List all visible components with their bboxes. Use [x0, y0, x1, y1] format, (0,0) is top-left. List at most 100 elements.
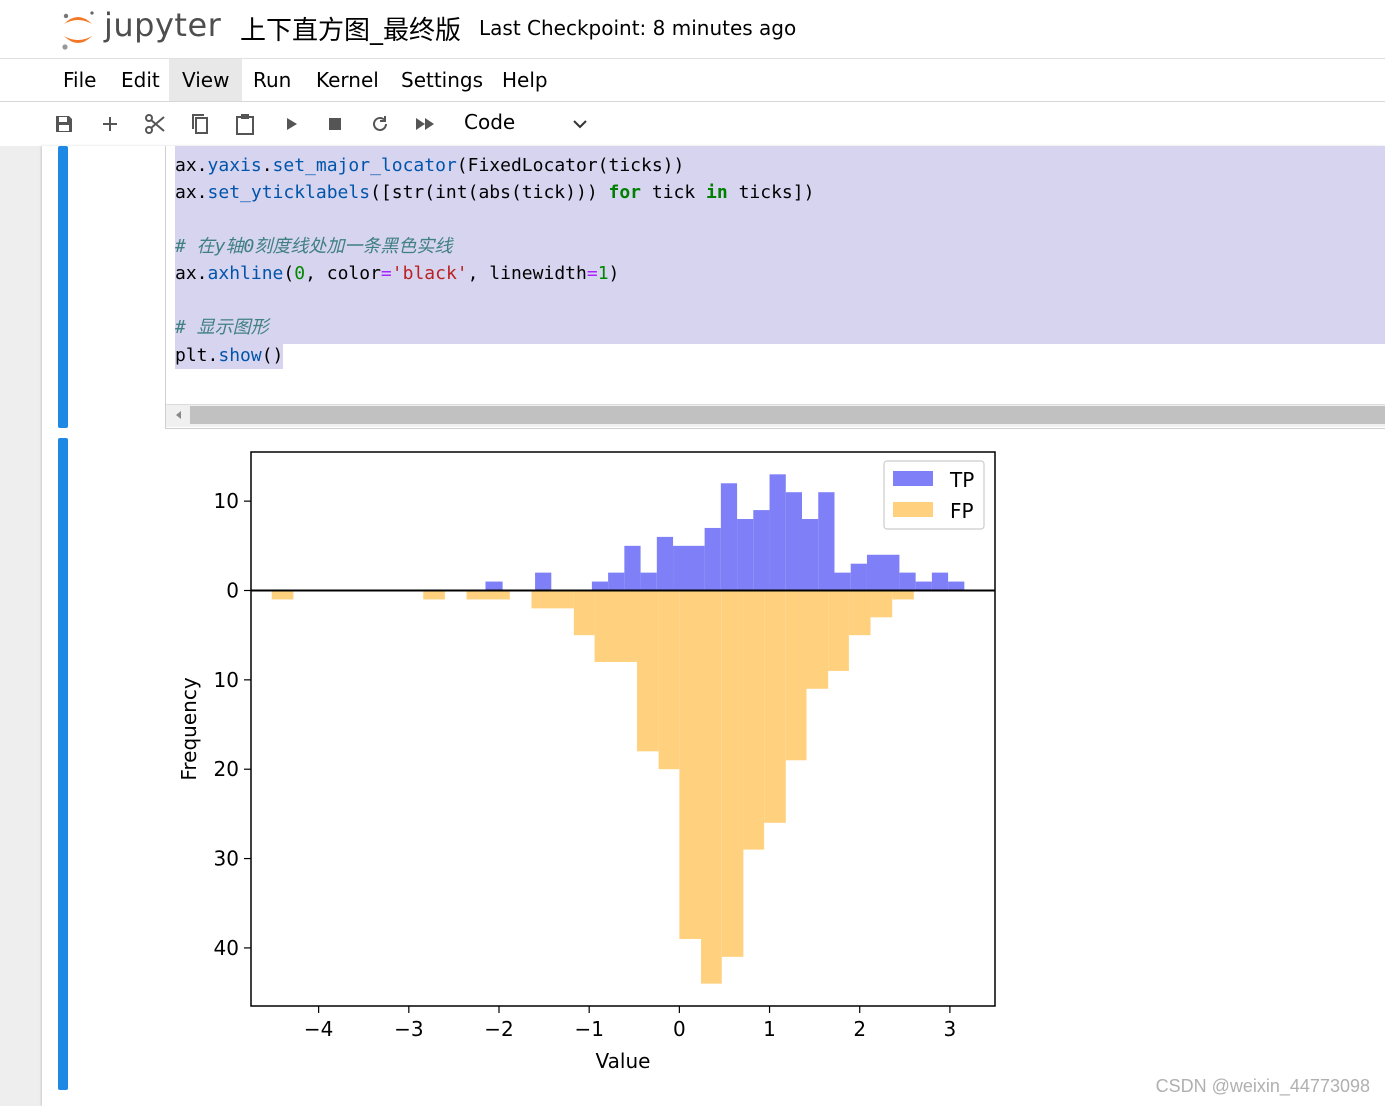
- code-line: # 显示图形: [175, 317, 269, 338]
- bar-tp: [753, 510, 770, 591]
- bar-tp: [485, 581, 503, 591]
- bar-fp: [870, 590, 893, 618]
- bar-tp: [802, 519, 819, 591]
- bar-tp: [624, 545, 641, 591]
- menu-kernel[interactable]: Kernel: [303, 59, 392, 101]
- bar-fp: [892, 590, 914, 600]
- x-tick-label: −4: [304, 1017, 333, 1041]
- x-tick-label: −3: [394, 1017, 423, 1041]
- x-axis-label: Value: [596, 1049, 651, 1073]
- bar-fp: [423, 590, 445, 600]
- bar-tp: [656, 536, 674, 591]
- checkpoint-status: Last Checkpoint: 8 minutes ago: [479, 16, 797, 40]
- y-tick-label: 10: [214, 668, 239, 692]
- bar-tp: [915, 581, 932, 591]
- bar-tp: [899, 572, 916, 591]
- bar-tp: [818, 492, 835, 591]
- code-line: ax.axhline(0, color='black', linewidth=1…: [175, 263, 620, 284]
- legend-swatch-fp: [893, 502, 933, 517]
- bar-tp: [785, 492, 803, 591]
- menu-file[interactable]: File: [50, 59, 109, 101]
- bar-tp: [737, 519, 754, 591]
- cell-collapser-code[interactable]: [58, 146, 68, 428]
- x-tick-label: 3: [944, 1017, 957, 1041]
- legend-label-fp: FP: [950, 499, 974, 523]
- x-tick-label: −1: [574, 1017, 603, 1041]
- bar-fp: [679, 590, 702, 939]
- histogram-output: −4 −3 −2 −1 0 1 2 3 10 0 10 20 30 40 Value Frequency…: [170, 440, 1010, 1084]
- code-line: plt.show(): [175, 345, 284, 366]
- menu-view[interactable]: View: [169, 59, 243, 101]
- menu-edit[interactable]: Edit: [108, 59, 173, 101]
- jupyter-logo-icon: [58, 8, 98, 52]
- bar-fp: [271, 590, 294, 600]
- code-line: ax.set_yticklabels([str(int(abs(tick))) …: [175, 182, 815, 203]
- notebook-toolbar: Code: [0, 102, 1385, 147]
- chevron-down-icon[interactable]: [566, 110, 594, 138]
- bar-tp: [591, 581, 609, 591]
- cell-type-select[interactable]: Code: [464, 110, 515, 134]
- legend-label-tp: TP: [949, 468, 974, 492]
- add-cell-icon[interactable]: [94, 108, 126, 140]
- copy-icon[interactable]: [184, 108, 216, 140]
- bar-fp: [721, 590, 744, 957]
- scrollbar-thumb[interactable]: [190, 406, 1385, 424]
- run-icon[interactable]: [275, 108, 307, 140]
- bar-fp: [764, 590, 786, 823]
- top-bar: jupyter 上下直方图_最终版 Last Checkpoint: 8 min…: [0, 0, 1385, 59]
- stop-icon[interactable]: [319, 108, 351, 140]
- y-axis-label: Frequency: [177, 677, 201, 780]
- run-all-icon[interactable]: [409, 108, 441, 140]
- notebook-title[interactable]: 上下直方图_最终版: [240, 10, 461, 47]
- menu-settings[interactable]: Settings: [388, 59, 496, 101]
- bar-tp: [948, 581, 965, 591]
- bar-fp: [531, 590, 574, 609]
- x-tick-label: 0: [673, 1017, 686, 1041]
- bar-fp: [701, 590, 722, 984]
- bar-tp: [850, 563, 867, 591]
- bar-tp: [535, 572, 552, 591]
- bar-fp: [636, 590, 659, 752]
- code-line: ax.yaxis.set_major_locator(FixedLocator(…: [175, 155, 685, 176]
- menu-bar: File Edit View Run Kernel Settings Help: [0, 59, 1385, 102]
- bar-tp: [931, 572, 949, 591]
- bar-tp: [834, 572, 851, 591]
- y-tick-label: 10: [214, 489, 239, 513]
- y-tick-label: 0: [226, 579, 239, 603]
- bar-fp: [466, 590, 510, 600]
- bar-tp: [720, 483, 738, 591]
- cut-icon[interactable]: [139, 108, 171, 140]
- code-line: # 在y轴0刻度线处加一条黑色实线: [175, 236, 453, 257]
- bar-tp: [640, 572, 657, 591]
- bar-tp: [608, 572, 625, 591]
- bar-fp: [828, 590, 849, 671]
- bar-fp: [806, 590, 829, 689]
- bar-fp: [785, 590, 807, 761]
- bar-tp: [704, 527, 721, 591]
- bar-fp: [743, 590, 765, 850]
- save-icon[interactable]: [48, 108, 80, 140]
- cell-collapser-output[interactable]: [58, 438, 68, 1090]
- bar-fp: [573, 590, 595, 636]
- scroll-left-icon[interactable]: [170, 405, 186, 425]
- restart-icon[interactable]: [364, 108, 396, 140]
- menu-help[interactable]: Help: [489, 59, 561, 101]
- jupyter-logo-text[interactable]: jupyter: [104, 6, 221, 44]
- bar-fp: [658, 590, 680, 770]
- histogram-chart: −4 −3 −2 −1 0 1 2 3 10 0 10 20 30 40 Value Frequency…: [177, 451, 996, 1073]
- y-tick-label: 40: [214, 936, 239, 960]
- x-tick-label: 2: [853, 1017, 866, 1041]
- watermark: CSDN @weixin_44773098: [1155, 1076, 1370, 1096]
- bar-tp: [866, 554, 900, 591]
- menu-run[interactable]: Run: [240, 59, 304, 101]
- legend-swatch-tp: [893, 471, 933, 486]
- x-tick-label: 1: [763, 1017, 776, 1041]
- paste-icon[interactable]: [229, 108, 261, 140]
- bar-tp: [673, 545, 705, 591]
- bar-fp: [594, 590, 637, 662]
- y-tick-label: 20: [214, 757, 239, 781]
- bar-fp: [848, 590, 871, 636]
- chart-legend: TP FP: [883, 460, 985, 530]
- plot-frame: [250, 451, 996, 1007]
- bar-tp: [769, 474, 786, 591]
